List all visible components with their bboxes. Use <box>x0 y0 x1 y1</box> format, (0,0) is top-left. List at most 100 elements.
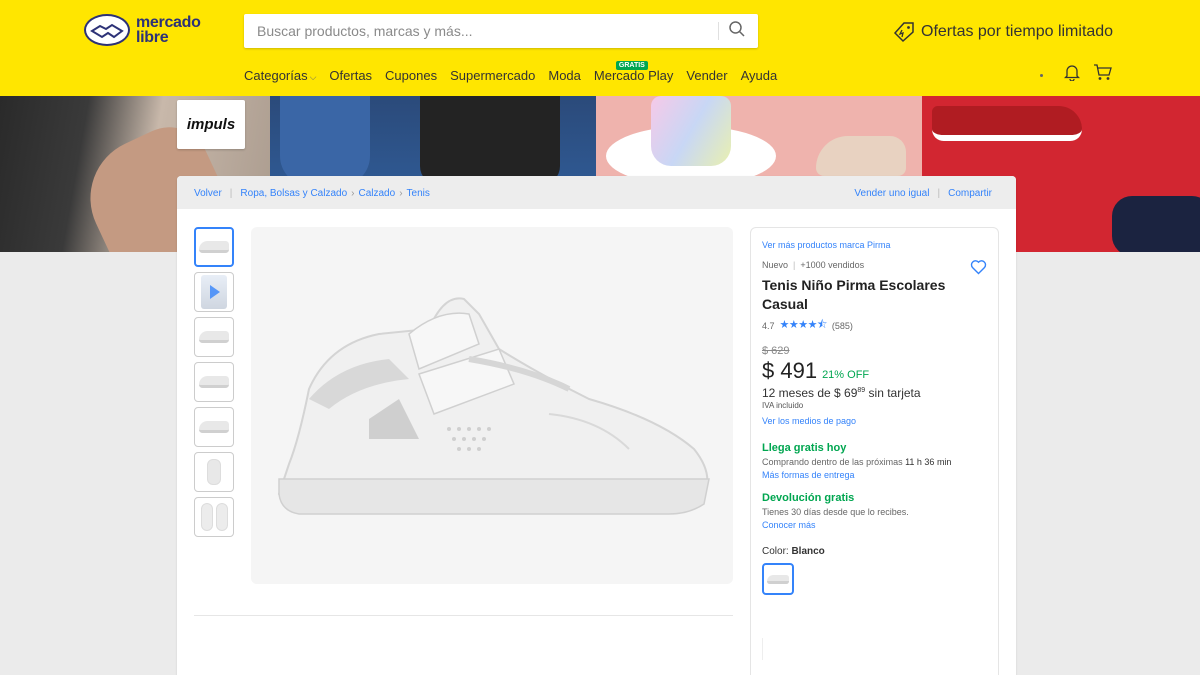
main-product-image[interactable] <box>251 227 733 584</box>
nav-categorias[interactable]: Categorías ⌵ <box>244 68 316 83</box>
review-count: (585) <box>831 320 853 331</box>
search-box <box>244 14 758 48</box>
thumbnail-1[interactable] <box>194 227 234 267</box>
shipping-time: 11 h 36 min <box>905 457 952 467</box>
nav-mercado-play[interactable]: GRATIS Mercado Play <box>593 61 674 83</box>
mercadolibre-logo[interactable]: mercado libre <box>84 14 201 46</box>
chevron-right-icon: › <box>399 188 403 199</box>
limited-offers-link[interactable]: Ofertas por tiempo limitado <box>893 21 1113 43</box>
thumbnail-5[interactable] <box>194 407 234 447</box>
free-badge: GRATIS <box>615 61 648 70</box>
thumbnail-video[interactable] <box>194 272 234 312</box>
play-icon <box>201 275 227 309</box>
payment-methods-link[interactable]: Ver los medios de pago <box>762 416 987 426</box>
nav-supermercado[interactable]: Supermercado <box>450 68 535 83</box>
chevron-down-icon: ⌵ <box>309 72 317 82</box>
heart-icon[interactable] <box>970 259 987 280</box>
discount-badge: 21% OFF <box>822 369 870 381</box>
sell-similar-link[interactable]: Vender uno igual <box>854 188 929 199</box>
breadcrumb-item[interactable]: Calzado <box>358 188 395 199</box>
chevron-right-icon: › <box>351 188 355 199</box>
dot-separator <box>1040 73 1043 77</box>
thumbnail-6[interactable] <box>194 452 234 492</box>
shipping-text: Comprando dentro de las próximas <box>762 457 906 467</box>
return-title: Devolución gratis <box>762 492 855 504</box>
breadcrumb-item[interactable]: Tenis <box>407 188 430 199</box>
nav-label: Ofertas <box>329 68 373 83</box>
color-row: Color: Blanco <box>762 546 987 557</box>
rating-value: 4.7 <box>762 320 775 331</box>
search-icon[interactable] <box>728 20 750 42</box>
condition-row: Nuevo | +1000 vendidos <box>762 260 987 270</box>
nav-label: Supermercado <box>450 68 536 83</box>
separator: | <box>229 188 233 199</box>
search-input[interactable] <box>244 14 714 48</box>
shoe-image <box>199 421 229 433</box>
price-row: $ 491 21% OFF <box>762 358 987 384</box>
brand-link[interactable]: Ver más productos marca Pirma <box>762 240 987 250</box>
handshake-icon <box>84 14 130 46</box>
thumbnail-4[interactable] <box>194 362 234 402</box>
share-link[interactable]: Compartir <box>948 188 992 199</box>
shoe-image <box>767 574 789 584</box>
separator: | <box>793 260 796 270</box>
store-logo[interactable]: impuls <box>177 100 245 149</box>
header: mercado libre Ofertas por tiempo limitad… <box>0 0 1200 96</box>
nav-label: Categorías <box>244 68 308 83</box>
nav-label: Mercado Play <box>593 68 674 83</box>
sneaker-illustration <box>277 297 710 515</box>
separator: | <box>937 188 941 199</box>
section-divider <box>194 615 733 616</box>
main-nav: Categorías ⌵ Ofertas Cupones Supermercado… <box>244 61 790 83</box>
cart-icon[interactable] <box>1093 64 1113 86</box>
breadcrumb-actions: Vender uno igual | Compartir <box>854 188 992 199</box>
breadcrumb-bar: Volver | Ropa, Bolsas y Calzado › Calzad… <box>177 176 1016 209</box>
nav-label: Vender <box>686 68 728 83</box>
installments-suffix: sin tarjeta <box>865 386 921 400</box>
logo-text-line2: libre <box>136 29 169 46</box>
back-link[interactable]: Volver <box>194 188 222 199</box>
product-card: Volver | Ropa, Bolsas y Calzado › Calzad… <box>177 176 1016 675</box>
nav-label: Moda <box>548 68 581 83</box>
thumbnail-3[interactable] <box>194 317 234 357</box>
nav-moda[interactable]: Moda <box>548 68 581 83</box>
nav-label: Cupones <box>385 68 438 83</box>
breadcrumb-item[interactable]: Ropa, Bolsas y Calzado <box>240 188 347 199</box>
product-title: Tenis Niño Pirma Escolares Casual <box>762 277 946 312</box>
nav-vender[interactable]: Vender <box>686 68 727 83</box>
search-divider <box>718 22 719 40</box>
installments-amount: 12 meses de $ 69 <box>762 386 858 400</box>
tag-icon <box>893 22 914 43</box>
bell-icon[interactable] <box>1063 64 1081 86</box>
color-option-white[interactable] <box>762 563 794 595</box>
shoe-image <box>200 503 228 531</box>
condition-label: Nuevo <box>762 260 789 270</box>
shoe-image <box>199 241 229 253</box>
current-price: $ 491 <box>762 358 818 383</box>
delivery-options-link[interactable]: Más formas de entrega <box>762 470 987 480</box>
thumbnail-7[interactable] <box>194 497 234 537</box>
nav-ofertas[interactable]: Ofertas <box>329 68 372 83</box>
rating-row[interactable]: 4.7 ★★★★⯪ (585) <box>762 316 987 335</box>
sold-count: +1000 vendidos <box>800 260 865 270</box>
star-rating-icon: ★★★★⯪ <box>779 319 828 331</box>
original-price: $ 629 <box>762 345 790 357</box>
tax-note: IVA incluido <box>762 401 804 410</box>
shoe-image <box>207 459 221 485</box>
nav-label: Ayuda <box>740 68 778 83</box>
breadcrumb: Volver | Ropa, Bolsas y Calzado › Calzad… <box>194 188 430 199</box>
color-label: Color: <box>762 546 792 557</box>
nav-ayuda[interactable]: Ayuda <box>741 68 778 83</box>
return-text: Tienes 30 días desde que lo recibes. <box>762 507 909 517</box>
installments: 12 meses de $ 6989 sin tarjeta <box>762 386 987 400</box>
shipping-title: Llega gratis hoy <box>762 442 847 454</box>
panel-divider <box>762 638 763 660</box>
shoe-image <box>199 376 229 388</box>
nav-cupones[interactable]: Cupones <box>385 68 437 83</box>
shoe-image <box>199 331 229 343</box>
shipping-detail: Comprando dentro de las próximas 11 h 36… <box>762 457 987 467</box>
thumbnail-list <box>194 227 234 542</box>
learn-more-link[interactable]: Conocer más <box>762 520 987 530</box>
buy-box: Ver más productos marca Pirma Nuevo | +1… <box>750 227 999 675</box>
color-value: Blanco <box>791 546 825 557</box>
